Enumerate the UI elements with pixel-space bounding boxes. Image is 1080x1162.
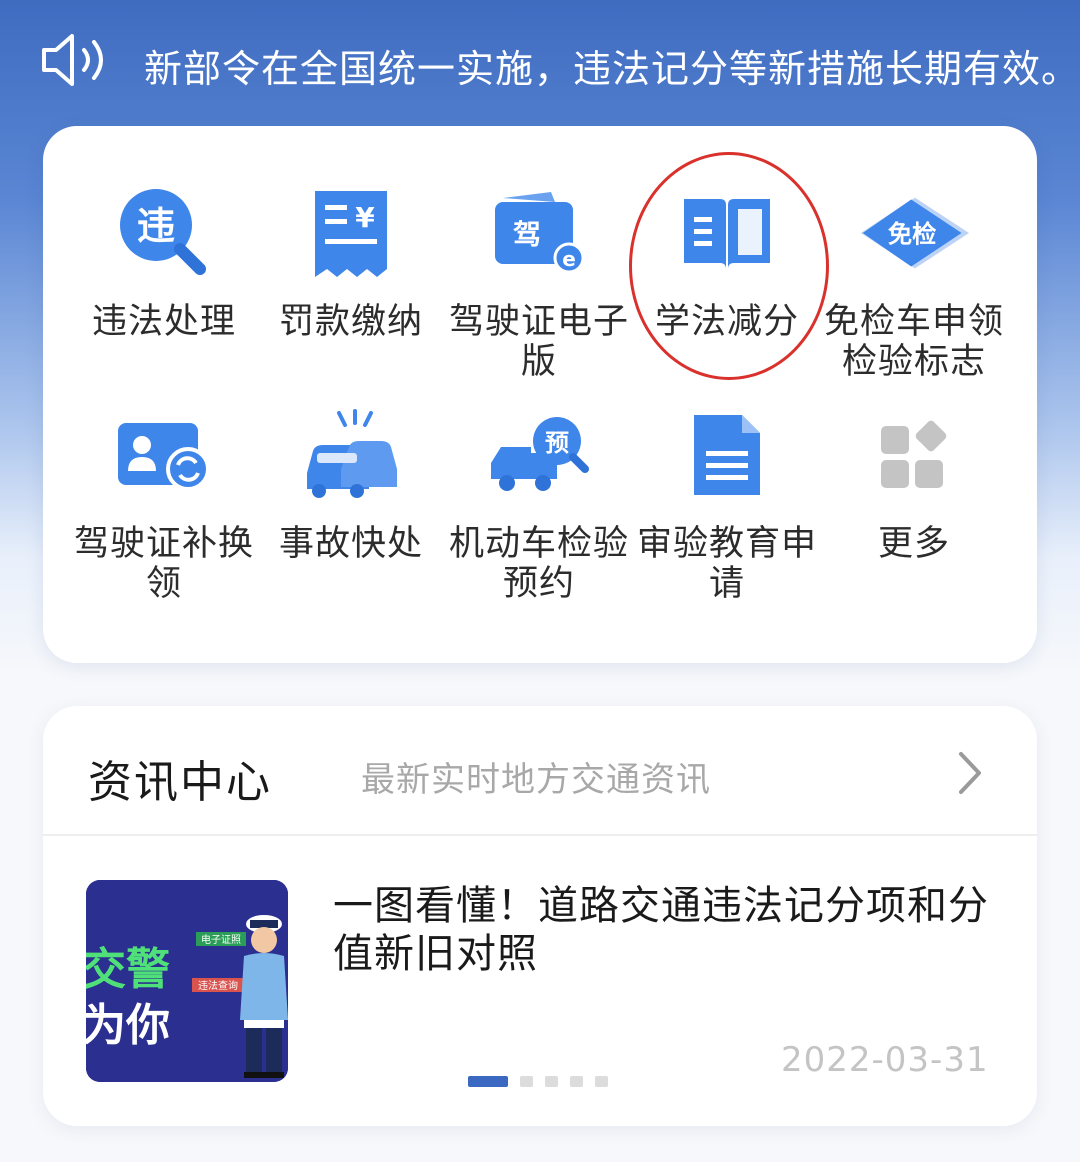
service-label: 违法处理 [91,302,236,342]
service-label: 事故快处 [278,524,423,564]
thumbnail-text-2: 为你 [86,1000,170,1051]
service-vehicle-inspection-booking[interactable]: 预 机动车检验预约 [444,400,634,620]
news-subtitle: 最新实时地方交通资讯 [361,760,711,800]
carousel-indicator [468,1076,608,1087]
service-label: 审验教育申请 [636,524,817,604]
service-label: 学法减分 [654,302,799,342]
chevron-right-icon[interactable] [955,750,985,796]
notice-bar[interactable]: 新部令在全国统一实施，违法记分等新措施长期有效。 [0,0,1080,120]
violation-search-icon: 违 [109,178,219,288]
notice-text: 新部令在全国统一实施，违法记分等新措施长期有效。 [144,47,1080,91]
service-label: 机动车检验预约 [448,524,629,604]
license-renew-icon [109,400,219,510]
carousel-dot[interactable] [595,1076,608,1087]
service-review-education[interactable]: 审验教育申请 [632,400,822,620]
carousel-dot-active[interactable] [468,1076,508,1087]
inspection-exempt-icon: 免检 [859,178,969,288]
svg-text:驾: 驾 [513,218,541,251]
news-title: 资讯中心 [88,757,272,808]
e-license-icon: 驾 e [484,178,594,288]
service-more[interactable]: 更多 [819,400,1009,620]
service-fine-payment[interactable]: ¥ 罚款缴纳 [256,178,446,398]
open-book-icon [672,178,782,288]
speaker-icon [42,34,103,86]
news-card: 资讯中心 最新实时地方交通资讯 交警 为你 电子证照 违法查询 一图看懂！道路交… [43,706,1037,1126]
service-license-renewal[interactable]: 驾驶证补换领 [69,400,259,620]
news-header[interactable]: 资讯中心 最新实时地方交通资讯 [43,706,1037,836]
service-label: 驾驶证补换领 [73,524,254,604]
carousel-dot[interactable] [570,1076,583,1087]
svg-text:违: 违 [137,204,175,248]
more-grid-icon [859,400,969,510]
service-accident-quick[interactable]: 事故快处 [256,400,446,620]
service-label: 免检车申领检验标志 [823,302,1004,382]
document-icon [672,400,782,510]
svg-text:预: 预 [545,429,569,457]
thumbnail-tag-2: 违法查询 [198,979,238,992]
svg-text:e: e [562,247,576,271]
service-label: 驾驶证电子版 [448,302,629,382]
svg-text:免检: 免检 [888,220,937,248]
vehicle-booking-icon: 预 [484,400,594,510]
article-title[interactable]: 一图看懂！道路交通违法记分项和分值新旧对照 [333,882,1003,978]
thumbnail-text-1: 交警 [86,944,170,995]
service-violation-handling[interactable]: 违 违法处理 [69,178,259,398]
thumbnail-tag-1: 电子证照 [201,933,241,946]
service-label: 罚款缴纳 [278,302,423,342]
carousel-dot[interactable] [520,1076,533,1087]
services-card: 违 违法处理 ¥ 罚款缴纳 驾 e 驾驶证电子版 学法减分 免检 免检车申领检验… [43,126,1037,663]
article-thumbnail[interactable]: 交警 为你 电子证照 违法查询 [86,880,288,1082]
service-inspection-exempt[interactable]: 免检 免检车申领检验标志 [819,178,1009,398]
service-study-law-reduce-points[interactable]: 学法减分 [632,178,822,398]
fine-receipt-icon: ¥ [296,178,406,288]
service-label: 更多 [877,524,950,564]
carousel-dot[interactable] [545,1076,558,1087]
service-e-license[interactable]: 驾 e 驾驶证电子版 [444,178,634,398]
svg-text:¥: ¥ [355,201,375,234]
article-date: 2022-03-31 [781,1040,989,1080]
car-accident-icon [296,400,406,510]
